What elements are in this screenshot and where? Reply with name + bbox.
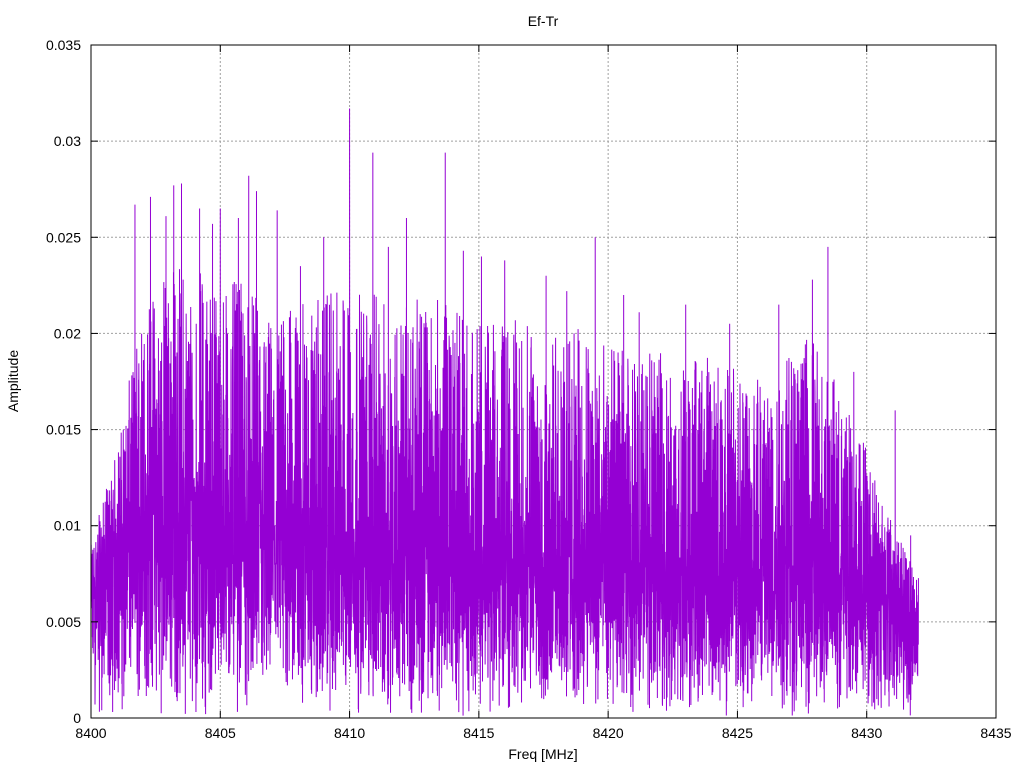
x-tick-label: 8415	[463, 725, 494, 741]
y-tick-label: 0	[73, 710, 81, 726]
series-signal	[90, 108, 919, 716]
series-line	[90, 108, 919, 716]
x-tick-label: 8425	[722, 725, 753, 741]
x-tick-label: 8430	[851, 725, 882, 741]
x-tick-label: 8435	[980, 725, 1011, 741]
y-tick-label: 0.035	[46, 37, 81, 53]
x-tick-label: 8410	[334, 725, 365, 741]
y-tick-label: 0.025	[46, 229, 81, 245]
x-tick-label: 8420	[593, 725, 624, 741]
x-tick-label: 8400	[75, 725, 106, 741]
spectrum-chart: Ef-Tr 8400 8405 8410 8415 8420 8425 8430 8435 0 0…	[5, 13, 1012, 762]
y-axis-label: Amplitude	[5, 350, 21, 412]
x-tick-label: 8405	[205, 725, 236, 741]
y-tick-label: 0.015	[46, 422, 81, 438]
chart-title: Ef-Tr	[528, 13, 559, 29]
y-tick-label: 0.01	[54, 518, 81, 534]
y-tick-label: 0.02	[54, 325, 81, 341]
y-tick-label: 0.005	[46, 614, 81, 630]
x-axis-label: Freq [MHz]	[508, 746, 577, 762]
y-tick-label: 0.03	[54, 133, 81, 149]
